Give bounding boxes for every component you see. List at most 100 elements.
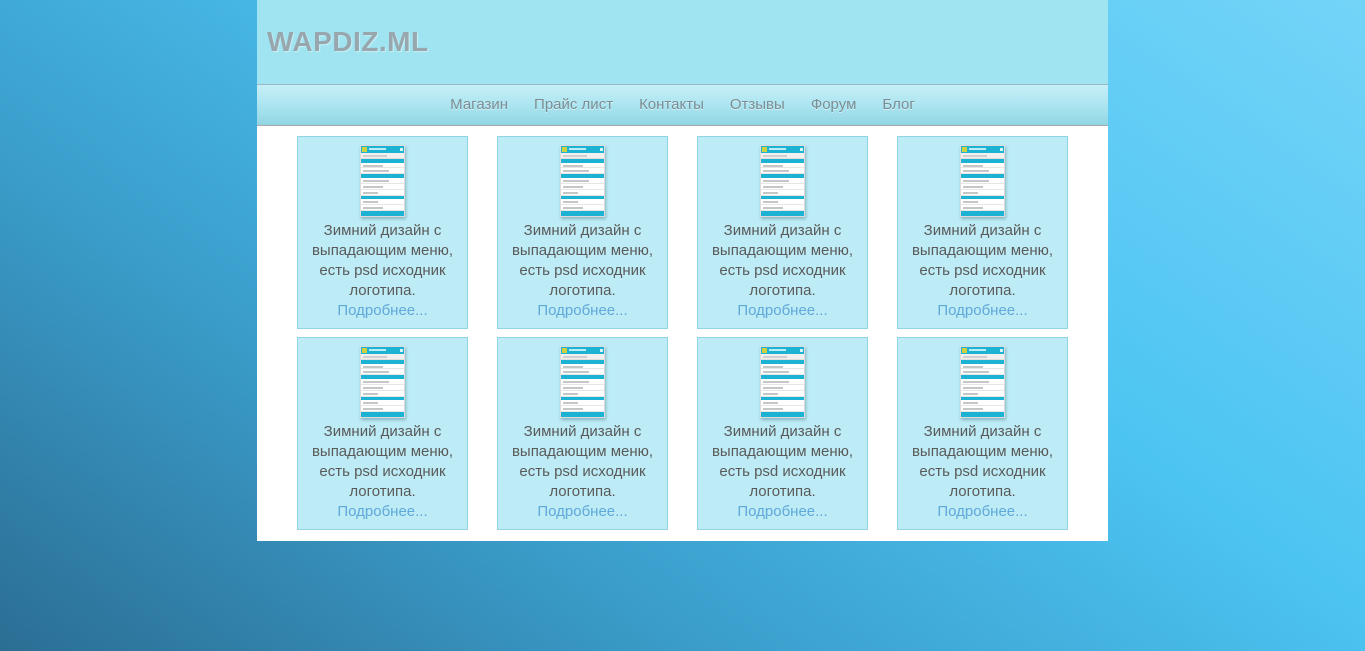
nav-link[interactable]: Блог <box>869 85 927 125</box>
thumb-menu-row <box>361 190 404 196</box>
product-details-link[interactable]: Подробнее... <box>337 502 427 522</box>
product-details-link[interactable]: Подробнее... <box>737 301 827 321</box>
thumb-title-line <box>369 148 386 150</box>
thumb-title-line <box>769 148 786 150</box>
nav-item: Отзывы <box>717 85 798 125</box>
page-background: { "site": { "logo": "WAPDIZ.ML" }, "nav"… <box>0 0 1365 651</box>
product-description: Зимний дизайн с выпадающим меню, есть ps… <box>298 422 467 502</box>
thumb-title-line <box>969 349 986 351</box>
nav-link[interactable]: Контакты <box>626 85 717 125</box>
nav-link[interactable]: Форум <box>798 85 870 125</box>
design-thumbnail[interactable] <box>960 346 1005 418</box>
thumb-breadcrumb-row <box>561 153 604 159</box>
product-details-link[interactable]: Подробнее... <box>537 502 627 522</box>
product-description: Зимний дизайн с выпадающим меню, есть ps… <box>498 221 667 301</box>
nav-link[interactable]: Прайс лист <box>521 85 626 125</box>
product-card: Зимний дизайн с выпадающим меню, есть ps… <box>897 136 1068 329</box>
thumb-breadcrumb-row <box>961 153 1004 159</box>
design-thumbnail[interactable] <box>760 145 805 217</box>
product-description: Зимний дизайн с выпадающим меню, есть ps… <box>298 221 467 301</box>
thumb-breadcrumb-row <box>361 354 404 360</box>
thumb-logo-badge <box>362 147 367 152</box>
thumb-menu-row <box>961 391 1004 397</box>
site-logo[interactable]: WAPDIZ.ML <box>267 26 429 58</box>
thumb-header-bar <box>761 347 804 354</box>
thumb-menu-row <box>961 168 1004 174</box>
product-description: Зимний дизайн с выпадающим меню, есть ps… <box>698 221 867 301</box>
thumb-header-bar <box>361 146 404 153</box>
product-details-link[interactable]: Подробнее... <box>537 301 627 321</box>
thumb-logo-badge <box>562 147 567 152</box>
thumb-menu-row <box>561 205 604 211</box>
thumb-menu-row <box>761 391 804 397</box>
design-thumbnail[interactable] <box>360 145 405 217</box>
nav-item: Магазин <box>437 85 521 125</box>
thumb-logo-badge <box>762 348 767 353</box>
product-details-link[interactable]: Подробнее... <box>337 301 427 321</box>
thumb-menu-row <box>361 168 404 174</box>
thumb-title-line <box>569 349 586 351</box>
thumb-footer-bar <box>961 412 1004 417</box>
thumb-menu-row <box>961 205 1004 211</box>
thumb-menu-row <box>361 205 404 211</box>
thumb-menu-row <box>561 369 604 375</box>
thumb-menu-icon <box>400 148 403 151</box>
thumb-menu-row <box>961 406 1004 412</box>
thumb-footer-bar <box>561 412 604 417</box>
product-details-link[interactable]: Подробнее... <box>737 502 827 522</box>
thumb-footer-bar <box>761 412 804 417</box>
thumb-header-bar <box>761 146 804 153</box>
thumb-menu-icon <box>1000 148 1003 151</box>
thumb-menu-icon <box>600 349 603 352</box>
thumb-breadcrumb-row <box>761 153 804 159</box>
thumb-menu-row <box>761 168 804 174</box>
thumb-menu-row <box>361 406 404 412</box>
nav-item: Контакты <box>626 85 717 125</box>
product-details-link[interactable]: Подробнее... <box>937 301 1027 321</box>
design-thumbnail[interactable] <box>760 346 805 418</box>
design-thumbnail[interactable] <box>360 346 405 418</box>
thumb-title-line <box>569 148 586 150</box>
thumb-breadcrumb-row <box>961 354 1004 360</box>
thumb-menu-row <box>761 190 804 196</box>
thumb-menu-icon <box>800 349 803 352</box>
design-thumbnail[interactable] <box>960 145 1005 217</box>
product-details-link[interactable]: Подробнее... <box>937 502 1027 522</box>
product-card: Зимний дизайн с выпадающим меню, есть ps… <box>697 136 868 329</box>
thumb-menu-row <box>961 369 1004 375</box>
thumb-logo-badge <box>362 348 367 353</box>
product-grid: Зимний дизайн с выпадающим меню, есть ps… <box>297 136 1068 530</box>
thumb-menu-icon <box>1000 349 1003 352</box>
thumb-title-line <box>769 349 786 351</box>
site-wrapper: WAPDIZ.ML Магазин Прайс лист Контакты От… <box>257 0 1108 541</box>
thumb-footer-bar <box>361 412 404 417</box>
thumb-title-line <box>369 349 386 351</box>
main-nav: Магазин Прайс лист Контакты Отзывы Форум… <box>257 85 1108 126</box>
thumb-footer-bar <box>961 211 1004 216</box>
product-card: Зимний дизайн с выпадающим меню, есть ps… <box>497 136 668 329</box>
thumb-footer-bar <box>361 211 404 216</box>
thumb-menu-icon <box>600 148 603 151</box>
nav-item: Форум <box>798 85 870 125</box>
product-card: Зимний дизайн с выпадающим меню, есть ps… <box>297 337 468 530</box>
nav-link[interactable]: Магазин <box>437 85 521 125</box>
nav-item: Блог <box>869 85 927 125</box>
thumb-header-bar <box>961 146 1004 153</box>
thumb-breadcrumb-row <box>561 354 604 360</box>
thumb-menu-row <box>361 391 404 397</box>
content-area: Зимний дизайн с выпадающим меню, есть ps… <box>257 126 1108 541</box>
thumb-header-bar <box>561 146 604 153</box>
product-description: Зимний дизайн с выпадающим меню, есть ps… <box>498 422 667 502</box>
design-thumbnail[interactable] <box>560 145 605 217</box>
thumb-footer-bar <box>761 211 804 216</box>
thumb-menu-icon <box>400 349 403 352</box>
thumb-header-bar <box>961 347 1004 354</box>
site-header: WAPDIZ.ML <box>257 0 1108 85</box>
product-description: Зимний дизайн с выпадающим меню, есть ps… <box>898 422 1067 502</box>
thumb-menu-row <box>961 190 1004 196</box>
nav-list: Магазин Прайс лист Контакты Отзывы Форум… <box>437 85 928 125</box>
nav-link[interactable]: Отзывы <box>717 85 798 125</box>
thumb-breadcrumb-row <box>761 354 804 360</box>
thumb-footer-bar <box>561 211 604 216</box>
design-thumbnail[interactable] <box>560 346 605 418</box>
